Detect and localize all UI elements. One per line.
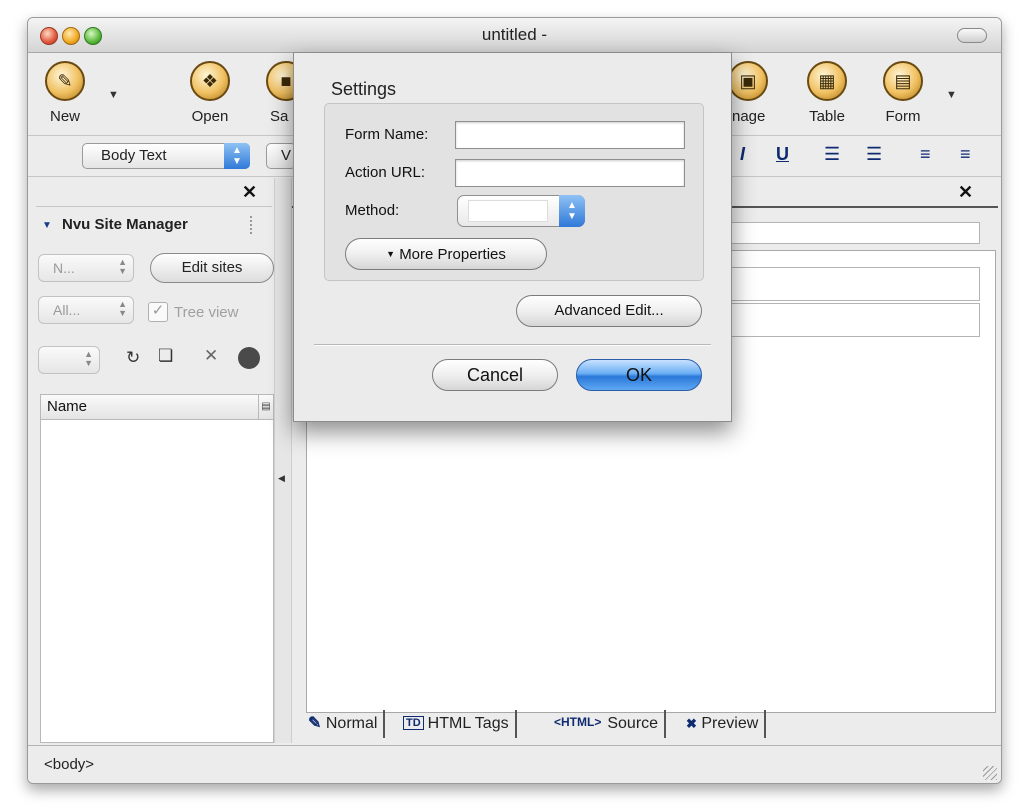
settings-group: Form Name: Action URL: Method: ▲ ▼ ▼ More…: [324, 103, 704, 281]
new-button-label: New: [49, 108, 80, 125]
open-button-label: Open: [191, 108, 229, 125]
site-manager-panel: ✕ ▼ Nvu Site Manager N... ▲ ▼ Edit sites …: [36, 178, 274, 743]
form-button-label: Form: [885, 108, 921, 125]
more-properties-button[interactable]: ▼ More Properties: [345, 238, 547, 270]
font-select[interactable]: V: [266, 143, 296, 169]
edit-bar-field[interactable]: [728, 222, 980, 244]
tab-normal[interactable]: ✎ Normal: [304, 710, 386, 738]
form-dropdown-arrow-icon[interactable]: ▼: [946, 89, 957, 101]
filter-select[interactable]: All... ▲ ▼: [38, 296, 134, 324]
cancel-button[interactable]: Cancel: [432, 359, 558, 391]
sidebar-divider: [36, 206, 272, 207]
html-tag-icon: <HTML>: [554, 715, 602, 729]
table-button[interactable]: ▦ Table: [792, 61, 862, 125]
paragraph-style-value: Body Text: [101, 147, 167, 164]
align-left-icon[interactable]: ≡: [920, 144, 931, 165]
tab-normal-label: Normal: [325, 715, 378, 732]
sidebar-splitter[interactable]: ◀: [274, 178, 292, 743]
preview-icon: ✖: [686, 716, 697, 731]
resize-grip-icon[interactable]: [983, 766, 997, 780]
close-tab-icon[interactable]: ✕: [958, 182, 973, 203]
edit-sites-button[interactable]: Edit sites: [150, 253, 274, 283]
tag-path-status[interactable]: <body>: [44, 756, 94, 773]
new-page-icon: ✎: [45, 61, 85, 101]
italic-button[interactable]: I: [740, 144, 745, 165]
advanced-edit-button[interactable]: Advanced Edit...: [516, 295, 702, 327]
filter-select-arrows-icon: ▲ ▼: [118, 299, 127, 318]
method-select[interactable]: ▲ ▼: [457, 195, 585, 227]
action-url-label: Action URL:: [345, 164, 426, 181]
save-button-label: Sa: [270, 108, 289, 125]
dialog-title: Settings: [331, 79, 397, 99]
new-dropdown-arrow-icon[interactable]: ▼: [108, 89, 119, 101]
site-select-arrows-icon: ▲ ▼: [118, 257, 127, 276]
open-button[interactable]: ❖ Open: [175, 61, 245, 125]
filter-select-value: All...: [53, 302, 81, 318]
form-icon: ▤: [883, 61, 923, 101]
bullet-list-icon[interactable]: ☰: [866, 144, 882, 165]
more-properties-label: More Properties: [399, 246, 506, 263]
align-center-icon[interactable]: ≡: [960, 144, 971, 165]
refresh-icon[interactable]: ↻: [126, 348, 140, 368]
method-label: Method:: [345, 202, 400, 219]
panel-grip-icon[interactable]: [250, 216, 258, 234]
image-icon: ▣: [728, 61, 768, 101]
new-button[interactable]: ✎ New: [30, 61, 100, 125]
paragraph-style-arrows-icon: ▲ ▼: [224, 143, 250, 169]
collapse-splitter-icon[interactable]: ◀: [278, 473, 285, 484]
save-disk-icon: ■: [266, 61, 296, 101]
method-select-arrows-icon: ▲ ▼: [559, 195, 585, 227]
tab-preview[interactable]: ✖ Preview: [682, 710, 767, 738]
td-tag-icon: TD: [403, 716, 424, 730]
stop-icon[interactable]: [238, 347, 260, 369]
save-button[interactable]: ■ Sa: [250, 61, 296, 125]
site-select[interactable]: N... ▲ ▼: [38, 254, 134, 282]
underline-button[interactable]: U: [776, 144, 789, 165]
site-manager-title: Nvu Site Manager: [62, 216, 188, 233]
name-column-label: Name: [47, 398, 88, 415]
collapse-triangle-icon[interactable]: ▼: [42, 220, 52, 231]
site-tree[interactable]: Name ▤: [40, 394, 274, 743]
table-button-label: Table: [809, 108, 845, 125]
new-folder-icon[interactable]: ❏: [158, 346, 173, 366]
form-table-row[interactable]: [727, 303, 980, 337]
view-select[interactable]: ▲ ▼: [38, 346, 100, 374]
status-bar: <body>: [28, 745, 1001, 783]
form-properties-dialog: Settings Form Name: Action URL: Method: …: [293, 52, 732, 422]
font-select-value: V: [281, 147, 292, 164]
tab-html-tags-label: HTML Tags: [427, 715, 509, 732]
tree-view-checkbox[interactable]: ✓: [148, 302, 168, 322]
open-folder-icon: ❖: [190, 61, 230, 101]
form-name-label: Form Name:: [345, 126, 429, 143]
tree-view-label: Tree view: [174, 304, 239, 321]
form-table-row[interactable]: [727, 267, 980, 301]
table-icon: ▦: [807, 61, 847, 101]
close-sidebar-icon[interactable]: ✕: [242, 182, 257, 203]
tab-source-label: Source: [607, 715, 659, 732]
column-picker-icon[interactable]: ▤: [258, 395, 273, 419]
tab-source[interactable]: <HTML> Source: [548, 710, 667, 738]
tab-preview-label: Preview: [701, 715, 759, 732]
disclosure-triangle-icon: ▼: [386, 249, 396, 259]
action-url-input[interactable]: [455, 159, 685, 187]
view-select-arrows-icon: ▲ ▼: [84, 349, 93, 368]
window-title: untitled -: [481, 25, 548, 44]
numbered-list-icon[interactable]: ☰: [824, 144, 840, 165]
paragraph-style-select[interactable]: Body Text ▲ ▼: [82, 143, 250, 169]
form-button[interactable]: ▤ Form: [868, 61, 938, 125]
ok-button[interactable]: OK: [576, 359, 702, 391]
title-bar[interactable]: untitled -: [28, 18, 1001, 53]
tab-html-tags[interactable]: TD HTML Tags: [399, 710, 517, 738]
form-name-input[interactable]: [455, 121, 685, 149]
toolbar-toggle-button[interactable]: [957, 28, 987, 43]
delete-icon[interactable]: ✕: [204, 346, 218, 366]
tree-column-header[interactable]: Name ▤: [41, 395, 273, 420]
site-select-value: N...: [53, 260, 75, 276]
method-select-value: [468, 200, 548, 222]
dialog-separator: [314, 344, 711, 346]
pencil-icon: ✎: [308, 715, 322, 732]
